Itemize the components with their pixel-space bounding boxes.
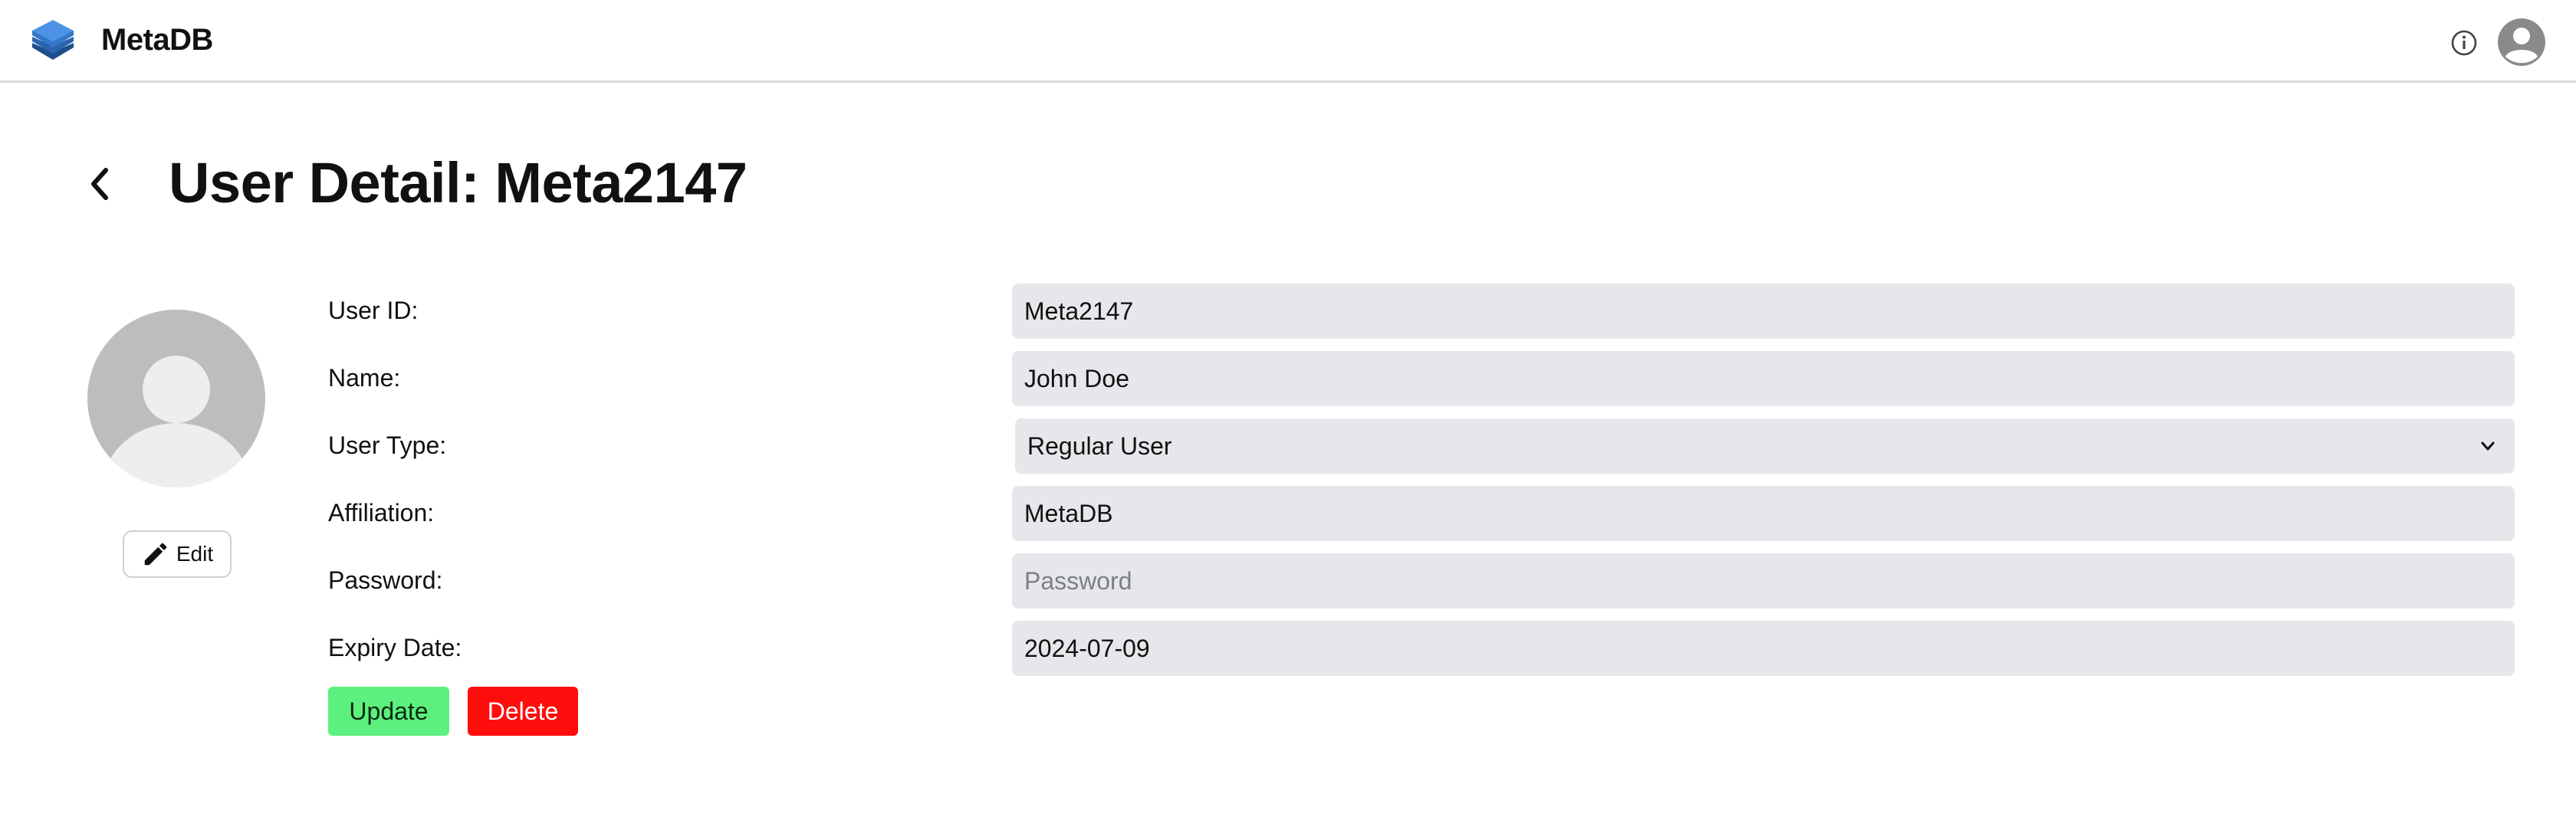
affiliation-field[interactable]: MetaDB bbox=[1012, 486, 2515, 541]
page-title: User Detail: Meta2147 bbox=[169, 151, 748, 215]
password-label: Password: bbox=[328, 566, 443, 594]
expiry-date-value: 2024-07-09 bbox=[1024, 634, 1150, 662]
user-id-label: User ID: bbox=[328, 297, 419, 324]
name-field[interactable]: John Doe bbox=[1012, 351, 2515, 406]
user-id-field[interactable]: Meta2147 bbox=[1012, 284, 2515, 339]
edit-avatar-button[interactable]: Edit bbox=[123, 530, 232, 578]
name-label: Name: bbox=[328, 364, 401, 392]
update-button[interactable]: Update bbox=[328, 687, 449, 736]
layers-stack-icon[interactable] bbox=[28, 17, 78, 67]
chevron-left-icon[interactable] bbox=[84, 164, 115, 204]
password-placeholder: Password bbox=[1024, 566, 1132, 595]
delete-button[interactable]: Delete bbox=[468, 687, 578, 736]
name-value: John Doe bbox=[1024, 364, 1129, 392]
pencil-icon bbox=[144, 543, 167, 566]
affiliation-label: Affiliation: bbox=[328, 499, 435, 527]
user-type-select[interactable]: Regular User bbox=[1015, 418, 2515, 474]
top-navigation-bar: MetaDB bbox=[0, 0, 2576, 83]
info-circle-icon[interactable] bbox=[2450, 29, 2478, 57]
chevron-down-icon bbox=[2481, 441, 2495, 451]
account-avatar-icon[interactable] bbox=[2498, 18, 2545, 66]
user-type-value: Regular User bbox=[1027, 431, 1172, 460]
user-avatar-placeholder-icon bbox=[87, 310, 265, 487]
affiliation-value: MetaDB bbox=[1024, 499, 1113, 527]
app-title[interactable]: MetaDB bbox=[101, 23, 213, 57]
user-type-label: User Type: bbox=[328, 431, 447, 459]
password-field[interactable]: Password bbox=[1012, 553, 2515, 609]
edit-button-label: Edit bbox=[176, 542, 214, 566]
expiry-date-field[interactable]: 2024-07-09 bbox=[1012, 621, 2515, 676]
user-id-value: Meta2147 bbox=[1024, 297, 1134, 325]
expiry-date-label: Expiry Date: bbox=[328, 634, 462, 661]
